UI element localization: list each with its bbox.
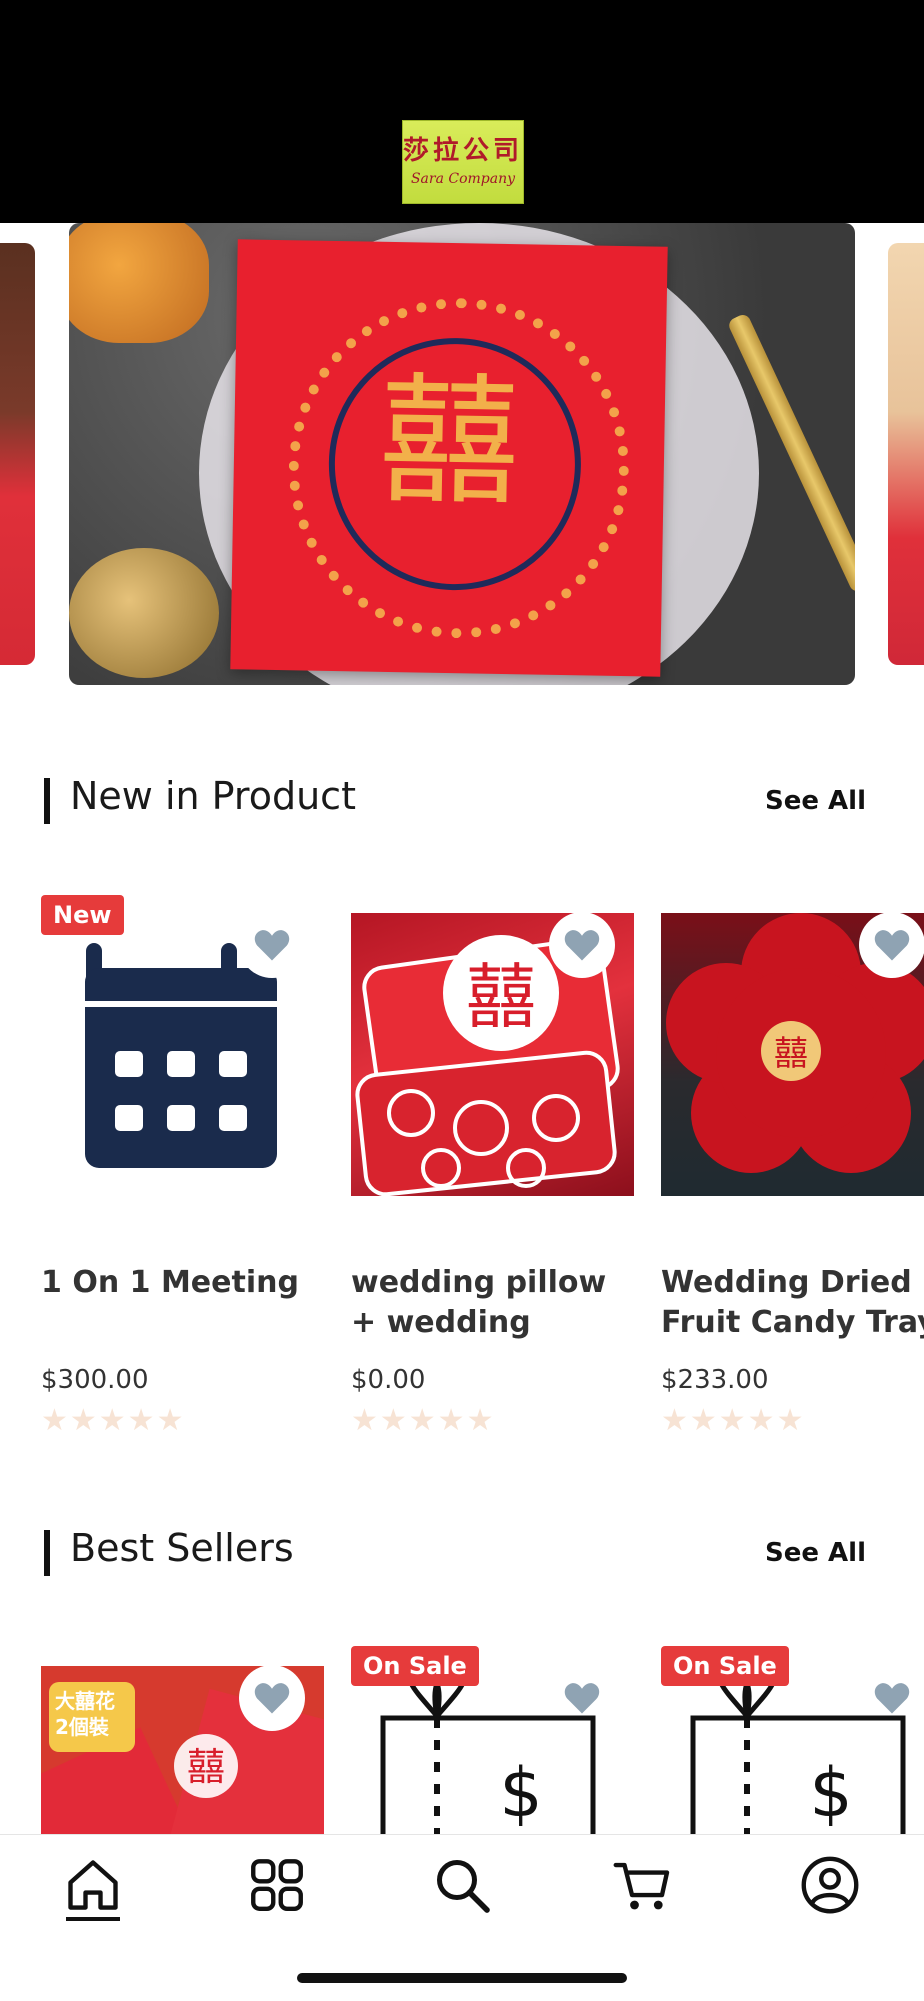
- rating-stars: ★★★★★: [661, 1403, 806, 1433]
- app-header: 莎拉公司 Sara Company: [0, 0, 924, 223]
- profile-icon: [801, 1856, 859, 1914]
- carousel-prev-slide[interactable]: [0, 243, 35, 665]
- product-name-line1: 1 On 1 Meeting: [41, 1265, 299, 1300]
- search-icon: [437, 1860, 490, 1913]
- favorite-button[interactable]: [549, 912, 615, 978]
- favorite-button[interactable]: [239, 912, 305, 978]
- product-name-line1: Wedding Dried: [661, 1265, 912, 1300]
- section-title: New in Product: [70, 774, 356, 818]
- best-seller-card[interactable]: 囍 大囍花 2個裝: [41, 1666, 324, 1834]
- section-header-best-sellers: Best Sellers See All: [0, 1520, 924, 1580]
- company-logo[interactable]: 莎拉公司 Sara Company: [402, 120, 524, 204]
- thumbnail-label-line1: 大囍花: [55, 1689, 115, 1713]
- favorite-button[interactable]: [859, 913, 924, 978]
- home-indicator: [297, 1973, 627, 1983]
- favorite-button[interactable]: [549, 1665, 615, 1731]
- heart-icon: [874, 930, 910, 961]
- heart-icon: [564, 1683, 600, 1714]
- product-name[interactable]: Wedding Dried Fruit Candy Tray: [661, 1263, 924, 1343]
- tab-profile[interactable]: [798, 1853, 862, 1917]
- carousel-current-slide[interactable]: 囍: [69, 223, 855, 685]
- best-seller-card[interactable]: $ On Sale: [661, 1646, 924, 1834]
- section-title: Best Sellers: [70, 1526, 294, 1570]
- product-name-line2: + wedding: [351, 1305, 531, 1340]
- home-icon: [68, 1860, 118, 1910]
- rating-stars: ★★★★★: [351, 1403, 496, 1438]
- red-napkin-image: 囍: [230, 239, 668, 677]
- active-tab-indicator: [66, 1917, 120, 1921]
- svg-text:囍: 囍: [466, 956, 536, 1038]
- carousel-next-slide[interactable]: [888, 243, 924, 665]
- heart-icon: [874, 1683, 910, 1714]
- product-price: $233.00: [661, 1365, 769, 1395]
- product-price: $300.00: [41, 1365, 149, 1395]
- thumbnail-label: 大囍花 2個裝: [55, 1688, 115, 1740]
- banner-carousel[interactable]: 囍: [0, 223, 924, 685]
- product-name[interactable]: 1 On 1 Meeting: [41, 1263, 341, 1303]
- product-price: $0.00: [351, 1365, 426, 1395]
- svg-text:囍: 囍: [187, 1745, 225, 1789]
- tab-search[interactable]: [430, 1853, 494, 1917]
- thumbnail-label-line2: 2個裝: [55, 1715, 109, 1739]
- rating-stars: ★★★★★: [41, 1403, 186, 1438]
- product-card[interactable]: 囍 wedding pillow + wedding $0.00 ★★★★★: [351, 912, 634, 1438]
- logo-text-en: Sara Company: [410, 171, 516, 188]
- product-card[interactable]: New 1 On 1 Meeting $300.00 ★★★★★: [41, 895, 324, 1438]
- section-header-new-in-product: New in Product See All: [0, 768, 924, 828]
- logo-text-cn: 莎拉公司: [403, 135, 524, 166]
- bottom-tab-bar: [0, 1834, 924, 2001]
- favorite-button[interactable]: [239, 1666, 305, 1731]
- product-card[interactable]: 囍 Wedding Dried Fruit Candy Tray $233.00…: [661, 913, 924, 1433]
- double-happiness-symbol: 囍: [377, 359, 521, 526]
- favorite-button[interactable]: [859, 1665, 924, 1731]
- svg-text:囍: 囍: [774, 1034, 808, 1074]
- heart-icon: [564, 930, 600, 961]
- heart-icon: [254, 1683, 290, 1714]
- svg-text:$: $: [809, 1754, 852, 1833]
- on-sale-badge: On Sale: [351, 1646, 479, 1686]
- section-accent-bar: [44, 778, 50, 824]
- product-name[interactable]: wedding pillow + wedding: [351, 1263, 651, 1343]
- see-all-best-sellers-link[interactable]: See All: [765, 1538, 866, 1568]
- heart-icon: [254, 930, 290, 961]
- tab-cart[interactable]: [610, 1853, 674, 1917]
- new-badge: New: [41, 895, 124, 935]
- bread-image: [69, 223, 209, 343]
- spoon-image: [69, 548, 219, 678]
- product-name-line2: Fruit Candy Tray: [661, 1305, 924, 1340]
- tab-home[interactable]: [61, 1853, 125, 1917]
- see-all-new-products-link[interactable]: See All: [765, 786, 866, 816]
- tab-categories[interactable]: [245, 1853, 309, 1917]
- categories-icon: [251, 1859, 303, 1911]
- section-accent-bar: [44, 1530, 50, 1576]
- cart-icon: [613, 1862, 670, 1910]
- on-sale-badge: On Sale: [661, 1646, 789, 1686]
- svg-text:$: $: [499, 1754, 542, 1833]
- best-seller-card[interactable]: $ On Sale: [351, 1646, 634, 1834]
- product-name-line1: wedding pillow: [351, 1265, 607, 1300]
